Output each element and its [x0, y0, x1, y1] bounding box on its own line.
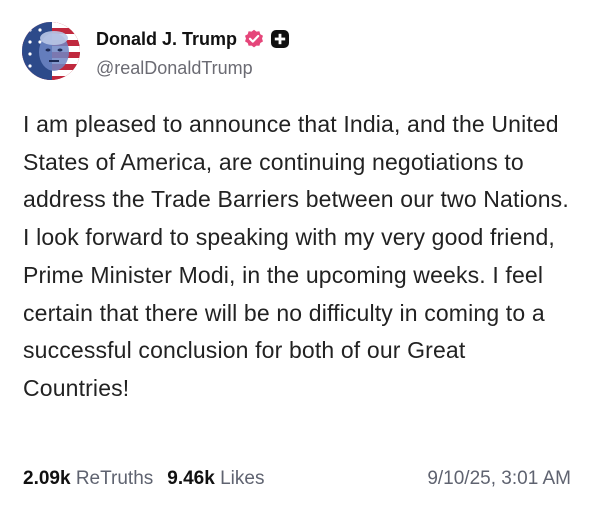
likes-count: 9.46k — [167, 468, 215, 489]
retruths-count: 2.09k — [23, 468, 71, 489]
post-text: I am pleased to announce that India, and… — [23, 111, 569, 401]
author-handle[interactable]: @realDonaldTrump — [96, 58, 253, 79]
author-name-row: Donald J. Trump — [96, 27, 290, 51]
retruths-stat[interactable]: 2.09k ReTruths — [23, 468, 153, 489]
likes-label: Likes — [220, 468, 265, 489]
post-card: Donald J. Trump @realDonaldTrump I am pl… — [0, 0, 594, 516]
verified-badge-icon — [245, 29, 264, 48]
retruths-label: ReTruths — [75, 468, 154, 489]
avatar[interactable] — [22, 22, 80, 80]
avatar-image — [22, 22, 80, 80]
post-timestamp[interactable]: 9/10/25, 3:01 AM — [427, 468, 571, 490]
author-display-name[interactable]: Donald J. Trump — [96, 29, 237, 50]
plus-badge-icon — [271, 30, 290, 48]
post-stats: 2.09k ReTruths 9.46k Likes — [23, 468, 264, 490]
likes-stat[interactable]: 9.46k Likes — [167, 468, 264, 489]
